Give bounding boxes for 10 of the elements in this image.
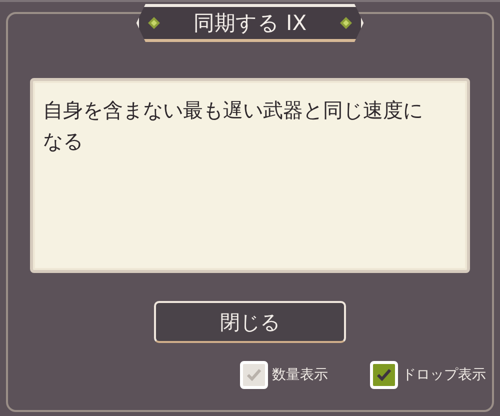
close-button[interactable]: 閉じる	[154, 301, 346, 343]
checkmark-icon	[246, 367, 262, 383]
checkmark-icon	[376, 367, 392, 383]
diamond-icon	[147, 16, 162, 30]
checkbox-label: 数量表示	[272, 366, 328, 384]
checkbox-label: ドロップ表示	[402, 366, 486, 384]
dialog-title: 同期する IX	[193, 10, 307, 37]
diamond-icon	[338, 16, 353, 30]
description-text: 自身を含まない最も遅い武器と同じ速度になる	[43, 97, 424, 155]
checkbox[interactable]	[370, 361, 398, 389]
